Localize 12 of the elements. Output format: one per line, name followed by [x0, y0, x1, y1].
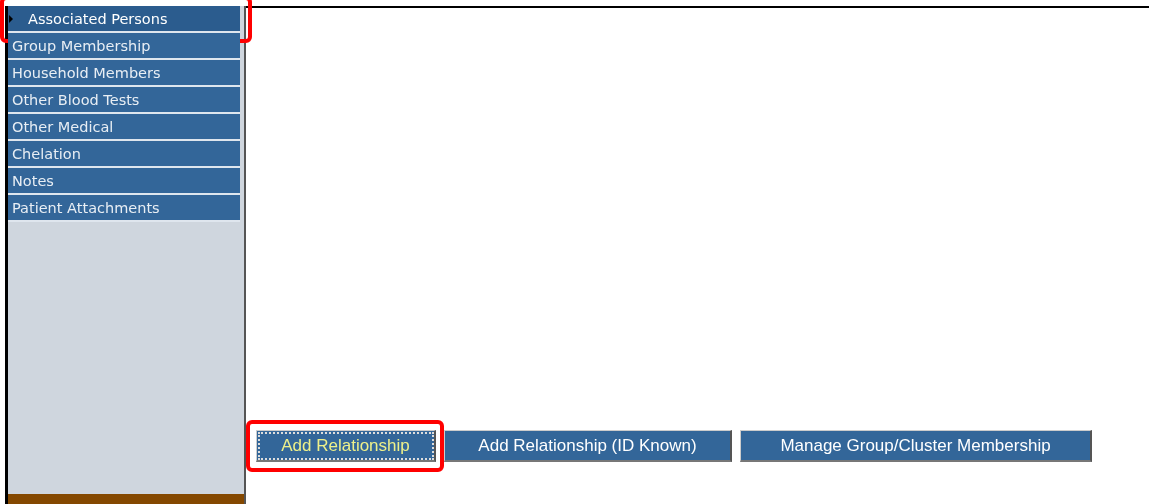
sidebar-item[interactable]: Other Blood Tests [8, 87, 240, 114]
arrow-icon [9, 15, 13, 23]
action-button[interactable]: Add Relationship [256, 430, 436, 462]
sidebar-item[interactable]: Other Medical [8, 114, 240, 141]
sidebar-item[interactable]: Chelation [8, 141, 240, 168]
action-button[interactable]: Manage Group/Cluster Membership [740, 430, 1092, 462]
sidebar-item[interactable]: Associated Persons [8, 6, 240, 33]
action-button[interactable]: Add Relationship (ID Known) [444, 430, 732, 462]
sidebar-item[interactable]: Notes [8, 168, 240, 195]
sidebar-item[interactable]: Patient Attachments [8, 195, 240, 222]
sidebar-item[interactable]: Group Membership [8, 33, 240, 60]
sidebar-item[interactable]: Household Members [8, 60, 240, 87]
